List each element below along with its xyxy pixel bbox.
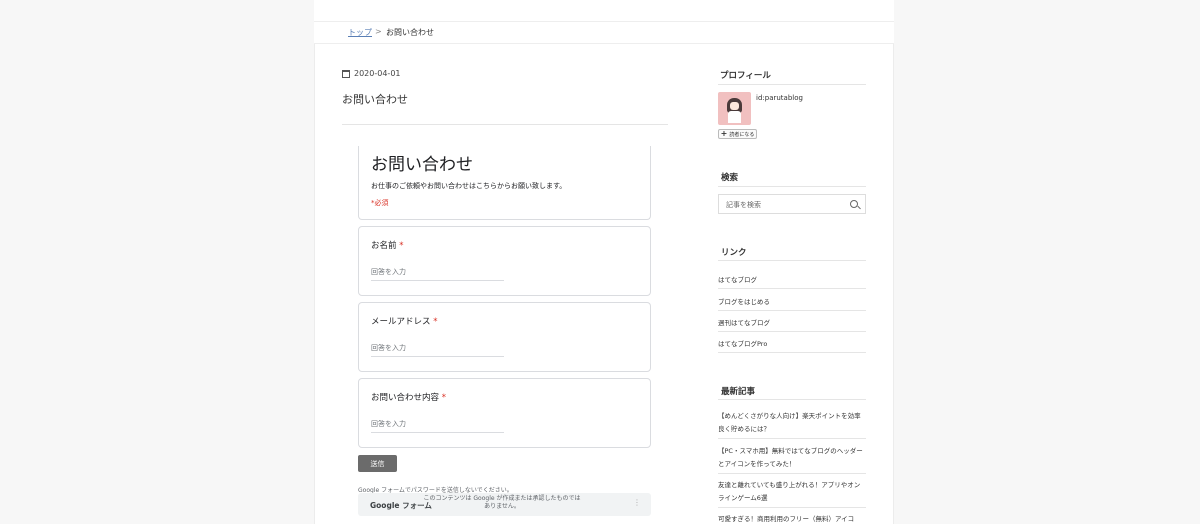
recent-heading: 最新記事 <box>721 387 756 397</box>
google-forms-footer: Google フォーム このコンテンツは Google が作成または承認したもの… <box>358 493 651 516</box>
recent-post-link[interactable]: 可愛すぎる！商用利用のフリー（無料）アイコ <box>718 513 866 524</box>
profile-heading: プロフィール <box>720 71 771 81</box>
name-input[interactable]: 回答を入力 <box>371 267 504 281</box>
recent-post-link[interactable]: 【めんどくさがりな人向け】楽天ポイントを効率良く貯めるには？ <box>718 410 866 439</box>
entry-title[interactable]: お問い合わせ <box>342 91 408 107</box>
question-label: メールアドレス * <box>371 317 438 327</box>
divider <box>718 260 866 261</box>
search-heading: 検索 <box>721 173 739 183</box>
required-star: * <box>399 241 404 251</box>
question-card-email: メールアドレス * 回答を入力 <box>358 302 651 372</box>
sidebar-link-start-blog[interactable]: ブログをはじめる <box>718 290 866 311</box>
divider <box>718 399 866 400</box>
email-input[interactable]: 回答を入力 <box>371 343 504 357</box>
footer-disclaimer: このコンテンツは Google が作成または承認したものではありません。 <box>423 495 581 510</box>
required-star: * <box>441 393 446 403</box>
form-description: お仕事のご依頼やお問い合わせはこちらからお願い致します。 <box>371 182 567 190</box>
question-label: お名前 * <box>371 241 404 251</box>
inquiry-input[interactable]: 回答を入力 <box>371 419 504 433</box>
entry-date-text: 2020-04-01 <box>354 69 401 78</box>
form-title: お問い合わせ <box>371 155 473 175</box>
required-star: * <box>433 317 438 327</box>
question-label: お問い合わせ内容 * <box>371 393 446 403</box>
search-icon[interactable] <box>850 200 858 208</box>
divider <box>718 84 866 85</box>
plus-icon: + <box>720 129 728 138</box>
form-header-card: お問い合わせ お仕事のご依頼やお問い合わせはこちらからお願い致します。 *必須 <box>358 146 651 220</box>
sidebar-link-hatena-blog[interactable]: はてなブログ <box>718 268 866 289</box>
required-note: *必須 <box>371 199 389 207</box>
sidebar-link-weekly[interactable]: 週刊はてなブログ <box>718 311 866 332</box>
top-bar <box>314 0 894 22</box>
sidebar-link-pro[interactable]: はてなブログPro <box>718 332 866 353</box>
links-heading: リンク <box>721 248 747 258</box>
more-options-icon[interactable]: ⋮ <box>633 498 641 507</box>
recent-post-link[interactable]: 友達と離れていても盛り上がれる！アプリやオンラインゲーム6選 <box>718 479 866 508</box>
breadcrumb-current: お問い合わせ <box>386 28 434 37</box>
entry-date: 2020-04-01 <box>342 69 401 78</box>
calendar-icon <box>342 69 350 78</box>
search-placeholder: 記事を検索 <box>726 201 761 209</box>
divider <box>342 124 668 125</box>
recent-post-link[interactable]: 【PC・スマホ用】無料ではてなブログのヘッダーとアイコンを作ってみた！ <box>718 445 866 474</box>
subscribe-button[interactable]: + 読者になる <box>718 129 757 139</box>
submit-button[interactable]: 送信 <box>358 455 397 472</box>
question-card-name: お名前 * 回答を入力 <box>358 226 651 296</box>
avatar[interactable] <box>718 92 751 125</box>
breadcrumb-home-link[interactable]: トップ <box>348 27 372 38</box>
divider <box>718 186 866 187</box>
subscribe-label: 読者になる <box>729 131 755 138</box>
search-input[interactable]: 記事を検索 <box>718 194 866 214</box>
breadcrumb-separator: > <box>375 27 382 36</box>
profile-id[interactable]: id:parutablog <box>756 94 803 102</box>
question-card-content: お問い合わせ内容 * 回答を入力 <box>358 378 651 448</box>
